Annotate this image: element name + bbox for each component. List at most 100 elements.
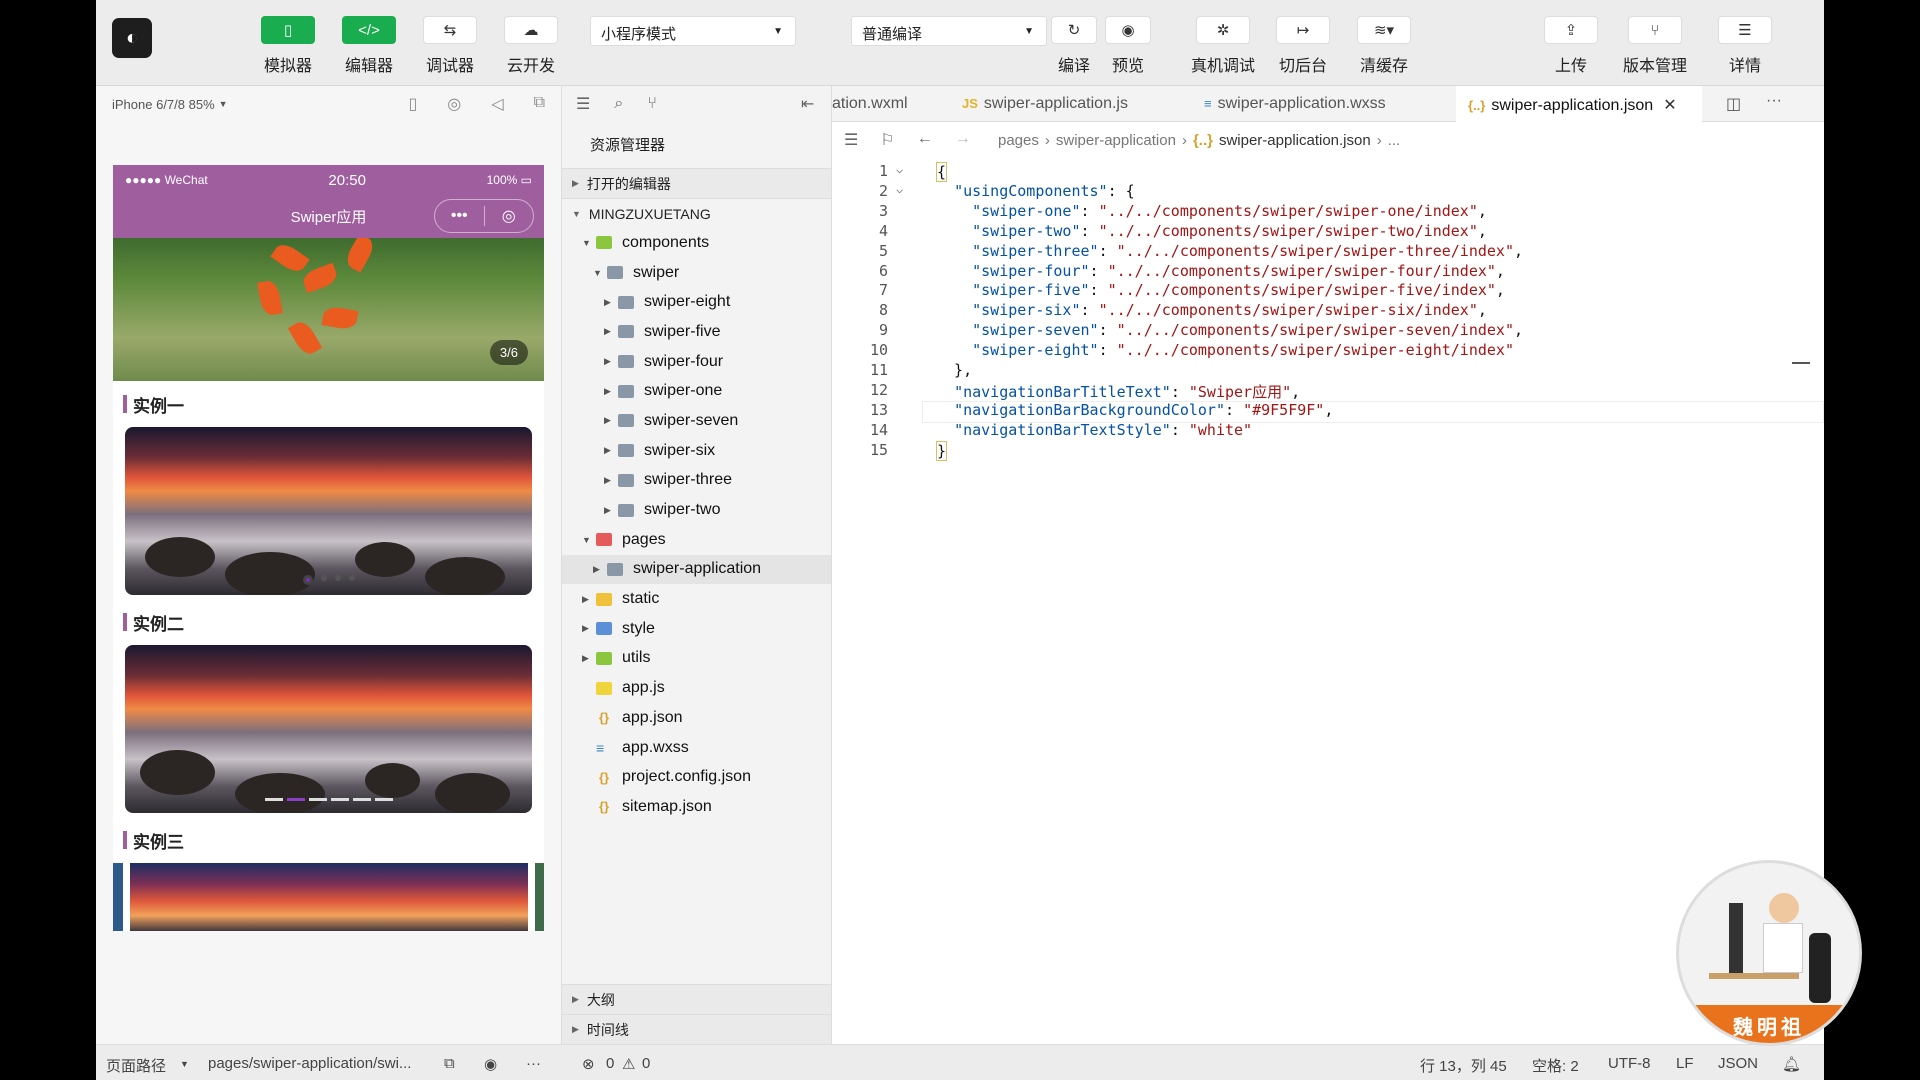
git-icon[interactable]: ⑂	[647, 95, 657, 113]
eye-icon[interactable]: ◉	[484, 1055, 497, 1073]
indent-setting[interactable]: 空格: 2	[1532, 1055, 1579, 1076]
capsule-menu[interactable]: ••• ◎	[434, 199, 534, 233]
tree-item-components[interactable]: ▼ components	[562, 228, 831, 258]
device-icon[interactable]: ▯	[408, 94, 417, 114]
tree-item-swiper-six[interactable]: ▶ swiper-six	[562, 436, 831, 466]
device-select[interactable]: iPhone 6/7/8 85%	[112, 97, 215, 112]
tree-item-app-wxss[interactable]: ≡ app.wxss	[562, 733, 831, 763]
example-one-swiper[interactable]	[125, 427, 532, 595]
open-editors-section[interactable]: ▶ 打开的编辑器	[562, 168, 831, 198]
tree-item-static[interactable]: ▶ static	[562, 584, 831, 614]
line-ending[interactable]: LF	[1676, 1055, 1694, 1072]
folder-icon	[618, 503, 634, 517]
compile-mode-select[interactable]: 普通编译 ▼	[851, 16, 1047, 46]
language-mode[interactable]: JSON	[1718, 1055, 1758, 1072]
cloud-button[interactable]: ☁ 云开发	[504, 16, 558, 76]
banner-swiper[interactable]: 3/6	[113, 238, 544, 381]
line-number: 13	[869, 400, 888, 419]
compile-button[interactable]: ↻ 编译	[1051, 16, 1097, 76]
tree-item-label: swiper-application	[633, 560, 762, 578]
example-two-swiper[interactable]	[125, 645, 532, 813]
tree-item-label: static	[622, 590, 660, 608]
fold-chevron-icon[interactable]: ⌵	[896, 182, 903, 196]
collapse-panel-icon[interactable]: ⇤	[801, 94, 814, 114]
copy-icon[interactable]: ⧉	[444, 1055, 455, 1072]
forward-icon[interactable]: →	[955, 130, 971, 150]
tab-json[interactable]: {..} swiper-application.json ✕	[1456, 86, 1702, 123]
search-icon[interactable]: ⌕	[614, 95, 623, 113]
tab-wxss[interactable]: ≡ swiper-application.wxss	[1204, 86, 1444, 122]
list-icon[interactable]: ☰	[844, 130, 858, 150]
encoding[interactable]: UTF-8	[1608, 1055, 1651, 1072]
editor-button[interactable]: </> 编辑器	[342, 16, 396, 76]
tree-item-swiper-one[interactable]: ▶ swiper-one	[562, 376, 831, 406]
page-path-label[interactable]: 页面路径	[106, 1055, 166, 1076]
tree-item-sitemap-json[interactable]: {} sitemap.json	[562, 792, 831, 822]
status-bar: 页面路径 ▼ pages/swiper-application/swi... ⧉…	[96, 1044, 1824, 1080]
simulator-panel: iPhone 6/7/8 85% ▼ ▯ ◎ ◁ ⧉ ●●●●● WeChat 2…	[96, 86, 562, 1044]
tree-item-utils[interactable]: ▶ utils	[562, 644, 831, 674]
app-logo: ◐	[112, 18, 152, 58]
remote-debug-button[interactable]: ✲ 真机调试	[1191, 16, 1255, 76]
tree-item-swiper-two[interactable]: ▶ swiper-two	[562, 495, 831, 525]
close-icon[interactable]: ✕	[1663, 97, 1676, 114]
cursor-position[interactable]: 行 13，列 45	[1420, 1055, 1507, 1076]
error-icon: ⊗	[582, 1056, 595, 1073]
warning-count[interactable]: 0	[642, 1055, 650, 1072]
code-area[interactable]: 1 ⌵ {2 ⌵ "usingComponents": {3 "swiper-one"…	[832, 158, 1824, 1044]
tree-item-style[interactable]: ▶ style	[562, 614, 831, 644]
split-editor-icon[interactable]: ◫	[1726, 94, 1741, 114]
fold-chevron-icon[interactable]: ⌵	[896, 162, 903, 176]
background-button[interactable]: ↦ 切后台	[1276, 16, 1330, 76]
folder-icon	[596, 651, 612, 665]
record-icon[interactable]: ◎	[447, 94, 461, 114]
bookmark-icon[interactable]: ⚐	[880, 130, 894, 150]
tree-item-swiper-seven[interactable]: ▶ swiper-seven	[562, 406, 831, 436]
explorer-panel: ☰ ⌕ ⑂ ⇤ 资源管理器 ▶ 打开的编辑器 ▼ MINGZUXUETANG ▼ co…	[562, 86, 832, 1044]
close-mini-icon[interactable]: ◎	[485, 206, 534, 226]
error-count[interactable]: 0	[606, 1055, 614, 1072]
chevron-right-icon: ▶	[582, 652, 589, 663]
window-icon[interactable]: ⧉	[534, 94, 545, 114]
tree-item-swiper-eight[interactable]: ▶ swiper-eight	[562, 287, 831, 317]
cloud-icon: ☁	[504, 16, 558, 44]
sound-icon[interactable]: ◁	[491, 94, 503, 114]
line-number: 12	[869, 380, 888, 399]
more-icon[interactable]: ···	[526, 1055, 541, 1072]
tree-item-pages[interactable]: ▼ pages	[562, 525, 831, 555]
project-section[interactable]: ▼ MINGZUXUETANG	[562, 198, 831, 228]
back-icon[interactable]: ←	[917, 130, 933, 150]
preview-button[interactable]: ◉ 预览	[1105, 16, 1151, 76]
tree-item-app-json[interactable]: {} app.json	[562, 703, 831, 733]
tree-item-label: app.json	[622, 708, 683, 726]
tree-item-app-js[interactable]: app.js	[562, 673, 831, 703]
tree-item-label: swiper-one	[644, 382, 723, 400]
chevron-right-icon: ▶	[593, 563, 600, 574]
tab-wxml[interactable]: ation.wxml	[832, 86, 950, 122]
timeline-section[interactable]: ▶ 时间线	[562, 1014, 831, 1044]
more-icon[interactable]: •••	[435, 207, 484, 225]
tree-item-swiper-application[interactable]: ▶ swiper-application	[562, 554, 831, 585]
tree-item-swiper-three[interactable]: ▶ swiper-three	[562, 466, 831, 496]
clear-cache-button[interactable]: ≋▾ 清缓存	[1357, 16, 1411, 76]
bell-icon[interactable]: 🔔︎	[1782, 1055, 1801, 1073]
upload-button[interactable]: ⇪ 上传	[1544, 16, 1598, 76]
tree-item-swiper-five[interactable]: ▶ swiper-five	[562, 317, 831, 347]
details-button[interactable]: ☰ 详情	[1718, 16, 1772, 76]
tree-item-swiper[interactable]: ▼ swiper	[562, 258, 831, 288]
tree-item-swiper-four[interactable]: ▶ swiper-four	[562, 347, 831, 377]
debugger-button[interactable]: ⇆ 调试器	[423, 16, 477, 76]
version-button[interactable]: ⑂ 版本管理	[1623, 16, 1687, 76]
tab-js[interactable]: JS swiper-application.js	[962, 86, 1182, 122]
mode-select[interactable]: 小程序模式 ▼	[590, 16, 796, 46]
files-icon[interactable]: ☰	[576, 94, 590, 114]
caret-down-icon: ▼	[218, 99, 228, 109]
json-file-icon: {}	[598, 799, 610, 815]
chevron-right-icon: ▶	[604, 385, 611, 396]
simulator-button[interactable]: ▯ 模拟器	[261, 16, 315, 76]
tree-item-project-config-json[interactable]: {} project.config.json	[562, 762, 831, 792]
more-actions-icon[interactable]: ···	[1766, 92, 1782, 110]
outline-section[interactable]: ▶ 大纲	[562, 984, 831, 1014]
example-three-swiper[interactable]	[113, 863, 544, 931]
folder-icon	[618, 444, 634, 458]
